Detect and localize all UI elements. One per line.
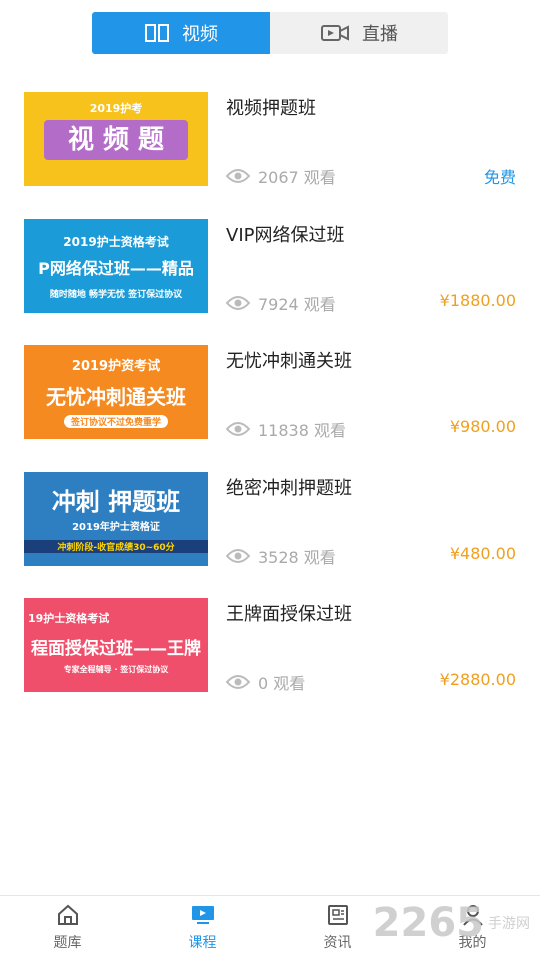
site-watermark: 2265 手游网 — [372, 900, 530, 946]
tab-video-label: 视频 — [182, 24, 218, 45]
view-count: 3528 观看 — [226, 544, 336, 568]
content-tabs: 视频 直播 — [92, 12, 448, 54]
video-camera-icon — [321, 25, 349, 41]
course-thumbnail: 2019护考 视 频 题 — [24, 92, 208, 186]
eye-icon — [226, 295, 250, 310]
course-title: 绝密冲刺押题班 — [226, 477, 352, 499]
tab-live-label: 直播 — [362, 24, 398, 45]
course-price: 免费 — [483, 168, 516, 187]
eye-icon — [226, 675, 250, 689]
eye-icon — [226, 548, 250, 563]
course-list: 2019护考 视 频 题 视频押题班 2067 观看 免费 2019护士资格考试… — [0, 80, 540, 713]
course-title: 视频押题班 — [226, 98, 316, 119]
list-item[interactable]: 19护士资格考试 程面授保过班——王牌 专家全程辅导 · 签订保过协议 王牌面授… — [0, 586, 540, 713]
eye-icon — [226, 422, 250, 436]
view-count: 11838 观看 — [226, 417, 346, 441]
course-title: VIP网络保过班 — [226, 224, 345, 246]
nav-item-question-bank[interactable]: 题库 — [0, 896, 135, 960]
view-count: 7924 观看 — [226, 291, 336, 315]
news-icon — [327, 905, 348, 925]
course-title: 王牌面授保过班 — [226, 604, 352, 625]
list-item[interactable]: 2019护考 视 频 题 视频押题班 2067 观看 免费 — [0, 80, 540, 207]
home-icon — [57, 904, 78, 925]
view-count: 2067 观看 — [226, 164, 336, 188]
course-thumbnail: 19护士资格考试 程面授保过班——王牌 专家全程辅导 · 签订保过协议 — [24, 598, 208, 692]
course-price: ¥1880.00 — [439, 290, 516, 310]
eye-icon — [226, 169, 250, 183]
tab-video[interactable]: 视频 — [92, 12, 270, 54]
course-price: ¥480.00 — [449, 543, 516, 563]
course-thumbnail: 2019护资考试 无忧冲刺通关班 签订协议不过免费重学 — [24, 345, 208, 439]
list-item[interactable]: 2019护士资格考试 P网络保过班——精品 随时随地 畅学无忧 签订保过协议 V… — [0, 207, 540, 334]
course-price: ¥980.00 — [449, 417, 516, 436]
tab-live[interactable]: 直播 — [270, 12, 448, 54]
list-item[interactable]: 2019护资考试 无忧冲刺通关班 签订协议不过免费重学 无忧冲刺通关班 1183… — [0, 333, 540, 460]
course-price: ¥2880.00 — [439, 670, 516, 689]
course-title: 无忧冲刺通关班 — [226, 351, 352, 372]
monitor-icon — [191, 906, 214, 924]
nav-item-courses[interactable]: 课程 — [135, 896, 270, 960]
list-item[interactable]: 冲刺 押题班 2019年护士资格证 冲刺阶段-收官成绩30~60分 绝密冲刺押题… — [0, 460, 540, 587]
view-count: 0 观看 — [226, 670, 305, 694]
course-thumbnail: 2019护士资格考试 P网络保过班——精品 随时随地 畅学无忧 签订保过协议 — [24, 218, 208, 313]
course-thumbnail: 冲刺 押题班 2019年护士资格证 冲刺阶段-收官成绩30~60分 — [24, 471, 208, 566]
book-icon — [145, 24, 169, 42]
